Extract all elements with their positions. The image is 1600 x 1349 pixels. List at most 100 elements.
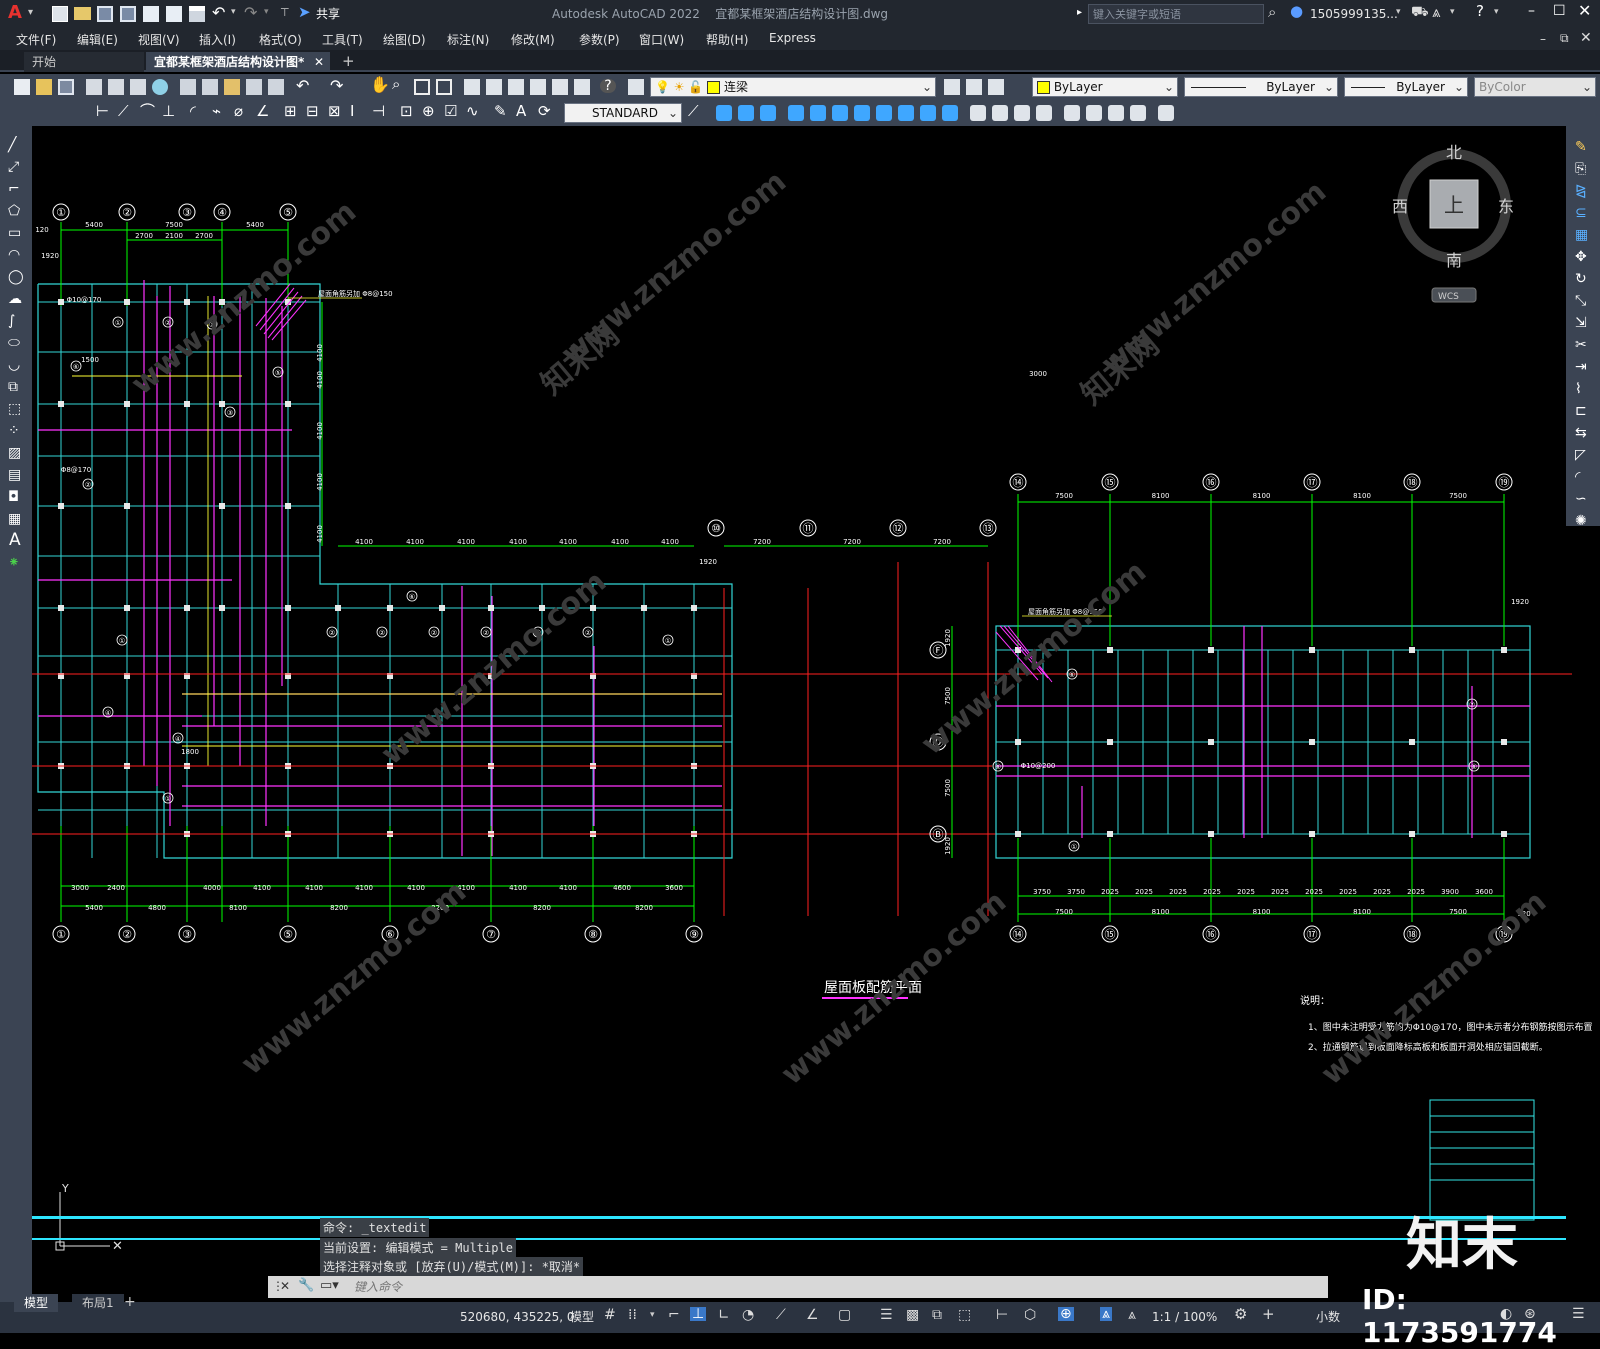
rotate-icon[interactable] (854, 105, 870, 121)
help-dropdown-icon[interactable]: ▾ (1494, 8, 1499, 17)
print-icon[interactable] (86, 79, 102, 95)
units-icon[interactable]: ⬡ (1024, 1308, 1036, 1322)
tab-drawing[interactable]: 宜都某框架酒店结构设计图* ✕ (146, 52, 330, 72)
autodesk-a360-icon[interactable]: ⩓ (1432, 5, 1440, 20)
search-icon[interactable]: ⌕ (1268, 5, 1276, 20)
dim-space-icon[interactable]: I (350, 104, 354, 119)
auto-scale-icon[interactable]: ⩓ (1128, 1308, 1136, 1322)
layer-previous-icon[interactable] (966, 79, 982, 95)
explode-icon[interactable] (1064, 105, 1080, 121)
dimstyle-dropdown[interactable]: STANDARD ⌄ (564, 103, 682, 123)
sheet-set-icon[interactable] (530, 79, 546, 95)
lineweight-dropdown[interactable]: ByLayer ⌄ (1344, 77, 1468, 97)
units-readout[interactable]: 小数 (1316, 1311, 1340, 1323)
undo-tb-icon[interactable]: ↶ (296, 78, 309, 94)
save-web-icon[interactable] (166, 6, 182, 22)
annotation-visibility-icon[interactable]: ⩓ (1100, 1307, 1112, 1321)
viewcube-east[interactable]: 东 (1498, 197, 1514, 216)
pan-icon[interactable]: ✋ (370, 77, 390, 93)
redo-dropdown-icon[interactable]: ▾ (264, 8, 269, 17)
hatch-icon[interactable]: ▨ (8, 446, 21, 460)
dim-diameter-icon[interactable]: ⌀ (234, 104, 243, 119)
doc-close-icon[interactable]: ✕ (1580, 31, 1592, 45)
menu-help[interactable]: 帮助(H) (706, 31, 748, 48)
share-button[interactable]: 共享 (316, 8, 340, 20)
array-icon[interactable] (810, 105, 826, 121)
dim-break-icon[interactable]: ⊣ (372, 104, 385, 119)
extend-icon[interactable] (942, 105, 958, 121)
help-search-input[interactable]: 键入关键字或短语 (1088, 4, 1264, 24)
user-name[interactable]: 1505999135... (1310, 8, 1398, 20)
dim-linear-icon[interactable]: ⊢ (96, 104, 109, 119)
region-icon[interactable]: ◘ (8, 490, 19, 504)
add-selected-icon[interactable]: ⁕ (8, 556, 20, 570)
qnew-icon[interactable] (14, 79, 30, 95)
table-icon[interactable]: ▦ (8, 512, 21, 526)
zoom-realtime-icon[interactable]: ⌕ (392, 77, 400, 92)
maximize-icon[interactable]: ☐ (1553, 4, 1566, 18)
selection-cycling-icon[interactable]: ⧉ (932, 1308, 942, 1322)
dim-quick-icon[interactable]: ⊞ (284, 104, 297, 119)
polar-toggle-icon[interactable]: ◔ (742, 1308, 754, 1322)
user-icon[interactable]: ● (1290, 4, 1303, 19)
copy-object-icon[interactable] (738, 105, 754, 121)
ungroup-icon[interactable] (1130, 105, 1146, 121)
copy-icon[interactable] (202, 79, 218, 95)
spline-icon[interactable]: ∫ (8, 314, 15, 328)
lineweight-toggle-icon[interactable]: ☰ (880, 1308, 893, 1322)
model-space-toggle[interactable]: 模型 (570, 1311, 594, 1323)
annotation-monitor-icon[interactable]: ⊢ (996, 1308, 1008, 1322)
minimize-icon[interactable]: – (1528, 4, 1535, 18)
a360-dropdown-icon[interactable]: ▾ (1450, 8, 1455, 17)
snap-dropdown-icon[interactable]: ▾ (650, 1311, 655, 1320)
share-icon[interactable]: ➤ (298, 5, 311, 20)
color-dropdown[interactable]: ByLayer ⌄ (1032, 77, 1178, 97)
dim-aligned-icon[interactable]: ⟋ (118, 104, 129, 119)
paste-icon[interactable] (224, 79, 240, 95)
help-icon[interactable]: ? (1476, 4, 1484, 19)
redo-tb-icon[interactable]: ↷ (330, 78, 343, 94)
jogged-linear-icon[interactable]: ∿ (466, 104, 479, 119)
polygon-icon[interactable]: ⬠ (8, 204, 20, 218)
join-icon[interactable] (992, 105, 1008, 121)
layer-freeze-icon[interactable]: ☀ (674, 80, 685, 94)
command-input[interactable]: 键入命令 (354, 1281, 402, 1293)
layer-properties-icon[interactable] (628, 79, 644, 95)
command-recent-icon[interactable]: ▭▾ (320, 1279, 339, 1292)
move-icon[interactable] (832, 105, 848, 121)
viewcube-south[interactable]: 南 (1446, 251, 1462, 270)
layer-dropdown[interactable]: 💡 ☀ 🔓 连梁 ⌄ (650, 77, 936, 97)
menu-view[interactable]: 视图(V) (138, 31, 180, 48)
design-center-icon[interactable] (486, 79, 502, 95)
erase-icon[interactable] (716, 105, 732, 121)
save-icon[interactable] (97, 6, 113, 22)
menu-window[interactable]: 窗口(W) (639, 31, 684, 48)
save-tb-icon[interactable] (58, 79, 74, 95)
matchprop-icon[interactable] (246, 79, 262, 95)
menu-parametric[interactable]: 参数(P) (579, 31, 620, 48)
markup-icon[interactable] (552, 79, 568, 95)
zoom-window-icon[interactable] (414, 79, 430, 95)
break-icon[interactable] (970, 105, 986, 121)
quickcalc-icon[interactable] (574, 79, 590, 95)
dim-baseline-icon[interactable]: ⊟ (306, 104, 319, 119)
infer-constraints-icon[interactable]: ⌐ (668, 1308, 680, 1322)
rectangle-icon[interactable]: ▭ (8, 226, 21, 240)
plot-icon[interactable] (189, 6, 205, 22)
dim-update-icon[interactable]: ⟳ (538, 104, 551, 119)
snap-toggle-icon[interactable]: ⁞⁞ (628, 1308, 637, 1322)
command-customize-icon[interactable]: 🔧 (298, 1279, 314, 1292)
mtext-icon[interactable]: A (9, 532, 21, 549)
annotate-plus-icon[interactable]: + (1262, 1307, 1275, 1322)
inspect-icon[interactable]: ☑ (444, 104, 457, 119)
layer-lock-icon[interactable]: 🔓 (688, 80, 703, 94)
point-icon[interactable]: ⁘ (8, 424, 20, 438)
redo-icon[interactable]: ↷ (244, 5, 257, 21)
properties-icon[interactable] (464, 79, 480, 95)
block-editor-icon[interactable] (268, 79, 284, 95)
ellipse-icon[interactable]: ⬭ (8, 336, 20, 350)
save-as-icon[interactable] (120, 6, 136, 22)
quick-properties-icon[interactable]: ⊕ (1058, 1307, 1074, 1321)
layer-states-icon[interactable] (988, 79, 1004, 95)
polyline-icon[interactable]: ⌐ (8, 182, 20, 196)
